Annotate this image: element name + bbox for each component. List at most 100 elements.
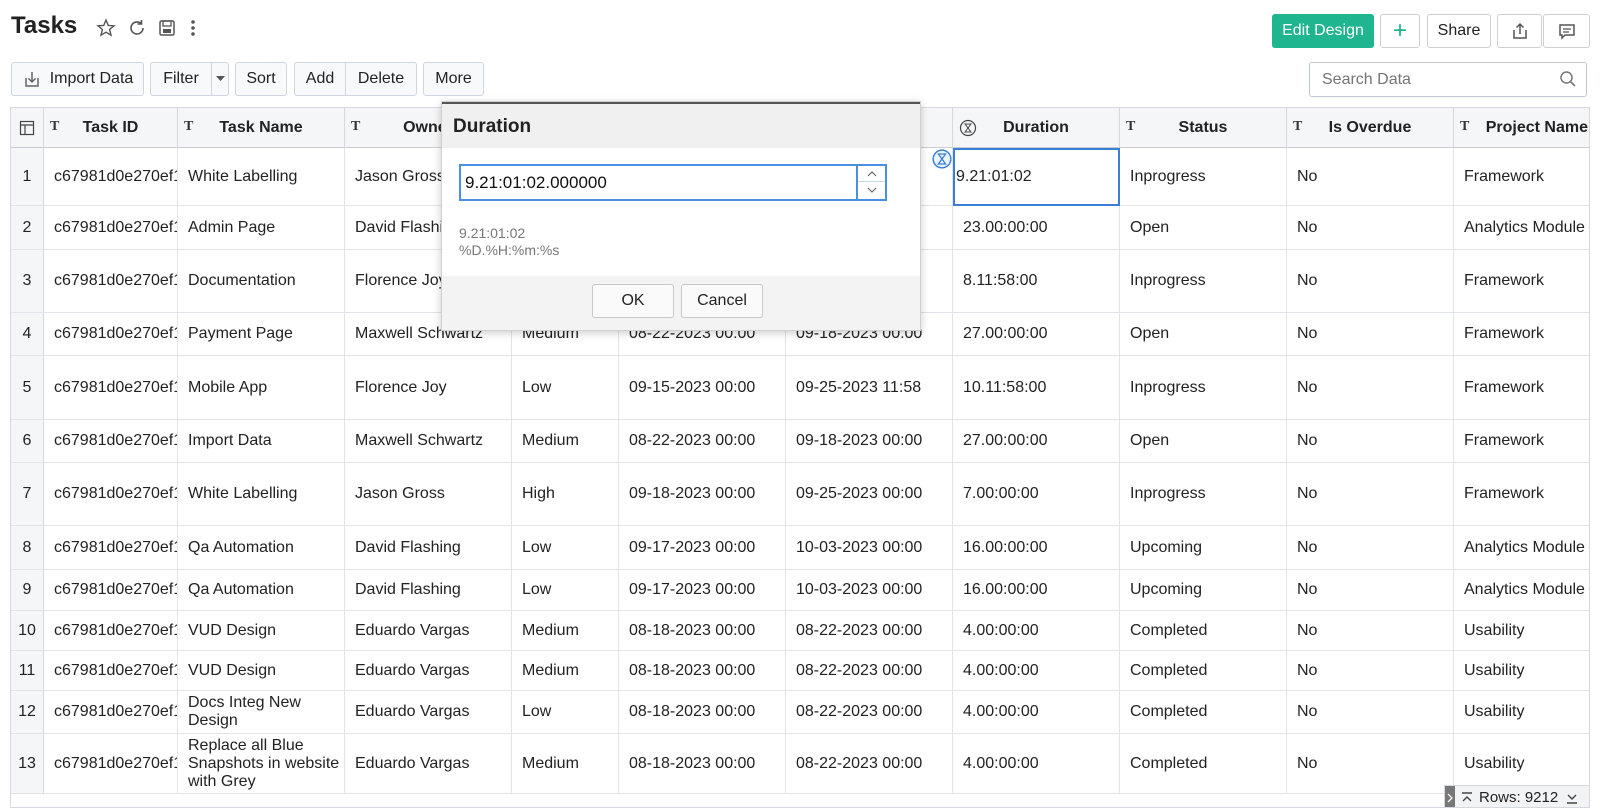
cell-overdue[interactable]: No	[1287, 420, 1454, 463]
column-header-task-id[interactable]: T Task ID	[44, 108, 178, 148]
cell-start[interactable]: 08-18-2023 00:00	[619, 651, 786, 691]
cell-start[interactable]: 08-18-2023 00:00	[619, 691, 786, 734]
cell-status[interactable]: Inprogress	[1120, 148, 1287, 206]
cell-task-name[interactable]: Admin Page	[178, 206, 345, 250]
cell-duration[interactable]: 27.00:00:00	[953, 420, 1120, 463]
cell-priority[interactable]: Low	[512, 570, 619, 611]
import-data-button[interactable]: Import Data	[11, 62, 144, 96]
cell-priority[interactable]: Low	[512, 526, 619, 570]
cell-start[interactable]: 08-18-2023 00:00	[619, 734, 786, 794]
cell-status[interactable]: Inprogress	[1120, 463, 1287, 526]
cell-duration[interactable]: 8.11:58:00	[953, 250, 1120, 313]
cell-status[interactable]: Upcoming	[1120, 570, 1287, 611]
cell-overdue[interactable]: No	[1287, 313, 1454, 356]
cell-status[interactable]: Inprogress	[1120, 356, 1287, 420]
cell-owner[interactable]: Florence Joy	[345, 356, 512, 420]
cell-project[interactable]: Framework	[1454, 148, 1589, 206]
cancel-button[interactable]: Cancel	[681, 284, 763, 318]
row-number[interactable]: 8	[11, 526, 44, 570]
share-button[interactable]: Share	[1427, 14, 1491, 48]
cell-task-name[interactable]: VUD Design	[178, 611, 345, 651]
stepper-up-icon[interactable]	[858, 166, 885, 182]
column-header-status[interactable]: T Status	[1120, 108, 1287, 148]
cell-status[interactable]: Open	[1120, 313, 1287, 356]
row-number[interactable]: 9	[11, 570, 44, 611]
cell-duration[interactable]: 7.00:00:00	[953, 463, 1120, 526]
export-button[interactable]	[1497, 14, 1542, 48]
cell-status[interactable]: Completed	[1120, 734, 1287, 794]
cell-task-name[interactable]: Qa Automation	[178, 570, 345, 611]
cell-priority[interactable]: Medium	[512, 651, 619, 691]
row-number[interactable]: 1	[11, 148, 44, 206]
more-button[interactable]: More	[423, 62, 484, 96]
cell-task-id[interactable]: c67981d0e270ef1	[44, 734, 178, 794]
star-icon[interactable]	[95, 17, 117, 39]
select-all-corner[interactable]	[11, 108, 44, 148]
cell-status[interactable]: Open	[1120, 420, 1287, 463]
cell-duration[interactable]: 4.00:00:00	[953, 691, 1120, 734]
cell-overdue[interactable]: No	[1287, 526, 1454, 570]
cell-task-name[interactable]: Replace all Blue Snapshots in website wi…	[178, 734, 345, 794]
cell-owner[interactable]: Jason Gross	[345, 463, 512, 526]
row-number[interactable]: 4	[11, 313, 44, 356]
row-number[interactable]: 6	[11, 420, 44, 463]
row-number[interactable]: 13	[11, 734, 44, 794]
cell-task-name[interactable]: White Labelling	[178, 463, 345, 526]
cell-overdue[interactable]: No	[1287, 206, 1454, 250]
cell-task-name[interactable]: Mobile App	[178, 356, 345, 420]
cell-task-id[interactable]: c67981d0e270ef1	[44, 420, 178, 463]
cell-priority[interactable]: Low	[512, 691, 619, 734]
cell-project[interactable]: Framework	[1454, 356, 1589, 420]
cell-task-name[interactable]: Payment Page	[178, 313, 345, 356]
cell-project[interactable]: Usability	[1454, 611, 1589, 651]
cell-end[interactable]: 08-22-2023 00:00	[786, 611, 953, 651]
cell-project[interactable]: Usability	[1454, 691, 1589, 734]
filter-dropdown-button[interactable]	[211, 62, 229, 96]
cell-task-id[interactable]: c67981d0e270ef1	[44, 313, 178, 356]
column-header-project-name[interactable]: T Project Name	[1454, 108, 1589, 148]
add-button[interactable]: +	[1380, 14, 1420, 48]
cell-duration[interactable]: 16.00:00:00	[953, 570, 1120, 611]
cell-start[interactable]: 08-18-2023 00:00	[619, 611, 786, 651]
cell-project[interactable]: Usability	[1454, 651, 1589, 691]
duration-input[interactable]	[459, 164, 857, 201]
ok-button[interactable]: OK	[592, 284, 674, 318]
cell-task-id[interactable]: c67981d0e270ef1	[44, 250, 178, 313]
cell-status[interactable]: Completed	[1120, 611, 1287, 651]
filter-button[interactable]: Filter	[150, 62, 212, 96]
cell-end[interactable]: 10-03-2023 00:00	[786, 570, 953, 611]
more-vertical-icon[interactable]	[182, 17, 204, 39]
collapse-left-icon[interactable]	[1445, 785, 1455, 808]
cell-task-name[interactable]: VUD Design	[178, 651, 345, 691]
cell-status[interactable]: Completed	[1120, 651, 1287, 691]
cell-status[interactable]: Inprogress	[1120, 250, 1287, 313]
cell-project[interactable]: Analytics Module	[1454, 570, 1589, 611]
cell-start[interactable]: 09-18-2023 00:00	[619, 463, 786, 526]
cell-project[interactable]: Framework	[1454, 313, 1589, 356]
delete-button[interactable]: Delete	[345, 62, 417, 96]
cell-owner[interactable]: Eduardo Vargas	[345, 691, 512, 734]
cell-priority[interactable]: Medium	[512, 611, 619, 651]
cell-priority[interactable]: Low	[512, 356, 619, 420]
cell-end[interactable]: 09-25-2023 11:58	[786, 356, 953, 420]
row-number[interactable]: 7	[11, 463, 44, 526]
cell-overdue[interactable]: No	[1287, 463, 1454, 526]
cell-end[interactable]: 08-22-2023 00:00	[786, 691, 953, 734]
scroll-top-icon[interactable]	[1459, 790, 1475, 806]
cell-status[interactable]: Open	[1120, 206, 1287, 250]
row-number[interactable]: 5	[11, 356, 44, 420]
cell-duration[interactable]: 27.00:00:00	[953, 313, 1120, 356]
cell-duration[interactable]: 16.00:00:00	[953, 526, 1120, 570]
search-input[interactable]	[1309, 62, 1587, 97]
cell-overdue[interactable]: No	[1287, 734, 1454, 794]
cell-owner[interactable]: Eduardo Vargas	[345, 734, 512, 794]
cell-overdue[interactable]: No	[1287, 570, 1454, 611]
cell-duration[interactable]: 23.00:00:00	[953, 206, 1120, 250]
cell-task-name[interactable]: Documentation	[178, 250, 345, 313]
cell-task-id[interactable]: c67981d0e270ef1	[44, 148, 178, 206]
cell-start[interactable]: 09-17-2023 00:00	[619, 526, 786, 570]
refresh-icon[interactable]	[126, 17, 148, 39]
cell-end[interactable]: 08-22-2023 00:00	[786, 734, 953, 794]
cell-duration[interactable]: 10.11:58:00	[953, 356, 1120, 420]
cell-task-id[interactable]: c67981d0e270ef1	[44, 691, 178, 734]
